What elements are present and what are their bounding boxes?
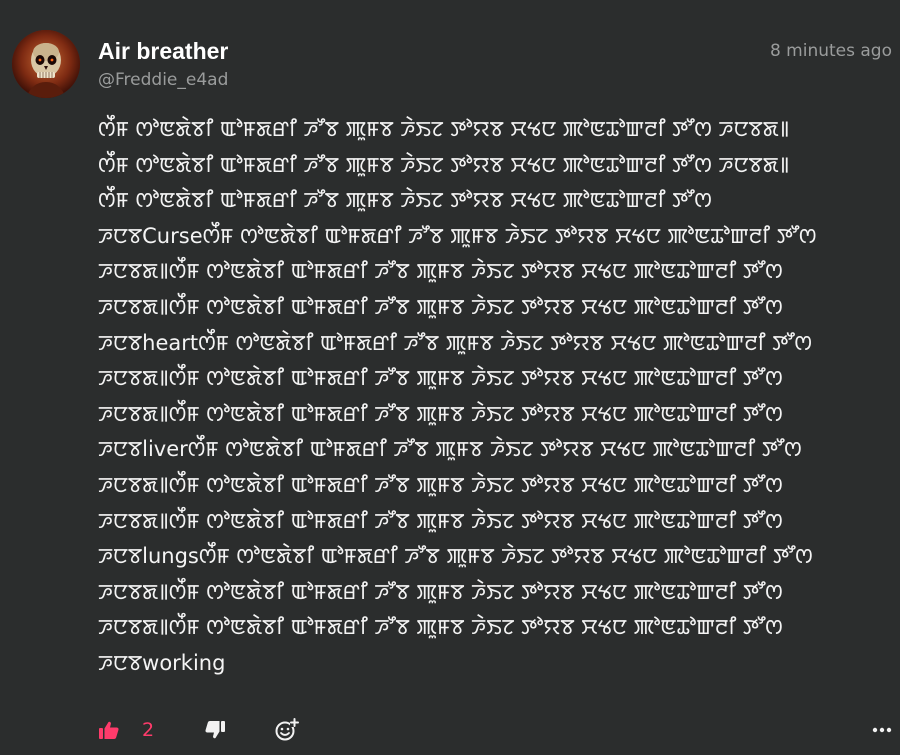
post-body-line: ꯍꯅꯕCurseꯁꯩꯝ ꯁꯣꯟꯗꯥꯕꯤ ꯑꯣꯝꯗꯔꯤ ꯍꯧꯕ ꯄꯨꯝꯕ ꯍꯥꯏꯖ… bbox=[98, 223, 817, 248]
add-reaction-icon bbox=[275, 718, 299, 741]
add-reaction-button[interactable] bbox=[272, 712, 302, 748]
more-options-button[interactable] bbox=[868, 712, 896, 748]
post-body-line: ꯍꯅꯕꯗ꯫ꯁꯩꯝ ꯁꯣꯟꯗꯥꯕꯤ ꯑꯣꯝꯗꯔꯤ ꯍꯧꯕ ꯄꯨꯝꯕ ꯍꯥꯏꯖ ꯇꯣ… bbox=[98, 472, 783, 497]
post-body-line: ꯍꯅꯕꯗ꯫ꯁꯩꯝ ꯁꯣꯟꯗꯥꯕꯤ ꯑꯣꯝꯗꯔꯤ ꯍꯧꯕ ꯄꯨꯝꯕ ꯍꯥꯏꯖ ꯇꯣ… bbox=[98, 401, 783, 426]
post-body-line: ꯍꯅꯕworking bbox=[98, 650, 226, 675]
like-button[interactable] bbox=[96, 712, 122, 748]
post-body: ꯁꯩꯝ ꯁꯣꯟꯗꯥꯕꯤ ꯑꯣꯝꯗꯔꯤ ꯍꯧꯕ ꯄꯨꯝꯕ ꯍꯥꯏꯖ ꯇꯣꯌꯕ ꯆꯠ… bbox=[98, 112, 888, 682]
post-body-line: ꯍꯅꯕꯗ꯫ꯁꯩꯝ ꯁꯣꯟꯗꯥꯕꯤ ꯑꯣꯝꯗꯔꯤ ꯍꯧꯕ ꯄꯨꯝꯕ ꯍꯥꯏꯖ ꯇꯣ… bbox=[98, 259, 783, 284]
post-body-line: ꯍꯅꯕꯗ꯫ꯁꯩꯝ ꯁꯣꯟꯗꯥꯕꯤ ꯑꯣꯝꯗꯔꯤ ꯍꯧꯕ ꯄꯨꯝꯕ ꯍꯥꯏꯖ ꯇꯣ… bbox=[98, 366, 783, 391]
post-body-line: ꯍꯅꯕꯗ꯫ꯁꯩꯝ ꯁꯣꯟꯗꯥꯕꯤ ꯑꯣꯝꯗꯔꯤ ꯍꯧꯕ ꯄꯨꯝꯕ ꯍꯥꯏꯖ ꯇꯣ… bbox=[98, 508, 783, 533]
post-body-line: ꯁꯩꯝ ꯁꯣꯟꯗꯥꯕꯤ ꯑꯣꯝꯗꯔꯤ ꯍꯧꯕ ꯄꯨꯝꯕ ꯍꯥꯏꯖ ꯇꯣꯌꯕ ꯆꯠ… bbox=[98, 117, 790, 141]
avatar[interactable] bbox=[12, 30, 80, 98]
dislike-button[interactable] bbox=[202, 712, 228, 748]
post-body-line: ꯍꯅꯕꯗ꯫ꯁꯩꯝ ꯁꯣꯟꯗꯥꯕꯤ ꯑꯣꯝꯗꯔꯤ ꯍꯧꯕ ꯄꯨꯝꯕ ꯍꯥꯏꯖ ꯇꯣ… bbox=[98, 579, 783, 604]
like-count: 2 bbox=[142, 719, 155, 741]
user-handle[interactable]: @Freddie_e4ad bbox=[98, 70, 228, 90]
post-body-line: ꯁꯩꯝ ꯁꯣꯟꯗꯥꯕꯤ ꯑꯣꯝꯗꯔꯤ ꯍꯧꯕ ꯄꯨꯝꯕ ꯍꯥꯏꯖ ꯇꯣꯌꯕ ꯆꯠ… bbox=[98, 188, 712, 213]
post-body-line: ꯍꯅꯕꯗ꯫ꯁꯩꯝ ꯁꯣꯟꯗꯥꯕꯤ ꯑꯣꯝꯗꯔꯤ ꯍꯧꯕ ꯄꯨꯝꯕ ꯍꯥꯏꯖ ꯇꯣ… bbox=[98, 294, 783, 319]
thumbs-down-icon bbox=[205, 721, 225, 739]
skull-avatar-image bbox=[12, 30, 80, 98]
post-body-line: ꯍꯅꯕlungsꯁꯩꯝ ꯁꯣꯟꯗꯥꯕꯤ ꯑꯣꯝꯗꯔꯤ ꯍꯧꯕ ꯄꯨꯝꯕ ꯍꯥꯏꯖ… bbox=[98, 544, 813, 569]
post-card: Air breather @Freddie_e4ad 8 minutes ago… bbox=[0, 0, 900, 755]
post-actions: 2 bbox=[0, 712, 900, 748]
username[interactable]: Air breather bbox=[98, 38, 228, 65]
post-timestamp: 8 minutes ago bbox=[769, 41, 892, 61]
post-body-line: ꯍꯅꯕheartꯁꯩꯝ ꯁꯣꯟꯗꯥꯕꯤ ꯑꯣꯝꯗꯔꯤ ꯍꯧꯕ ꯄꯨꯝꯕ ꯍꯥꯏꯖ… bbox=[98, 330, 812, 355]
post-body-line: ꯍꯅꯕliverꯁꯩꯝ ꯁꯣꯟꯗꯥꯕꯤ ꯑꯣꯝꯗꯔꯤ ꯍꯧꯕ ꯄꯨꯝꯕ ꯍꯥꯏꯖ… bbox=[98, 437, 802, 462]
post-body-line: ꯍꯅꯕꯗ꯫ꯁꯩꯝ ꯁꯣꯟꯗꯥꯕꯤ ꯑꯣꯝꯗꯔꯤ ꯍꯧꯕ ꯄꯨꯝꯕ ꯍꯥꯏꯖ ꯇꯣ… bbox=[98, 615, 783, 640]
post-body-line: ꯁꯩꯝ ꯁꯣꯟꯗꯥꯕꯤ ꯑꯣꯝꯗꯔꯤ ꯍꯧꯕ ꯄꯨꯝꯕ ꯍꯥꯏꯖ ꯇꯣꯌꯕ ꯆꯠ… bbox=[98, 152, 790, 177]
more-options-icon bbox=[872, 727, 892, 733]
thumbs-up-icon bbox=[99, 721, 119, 739]
